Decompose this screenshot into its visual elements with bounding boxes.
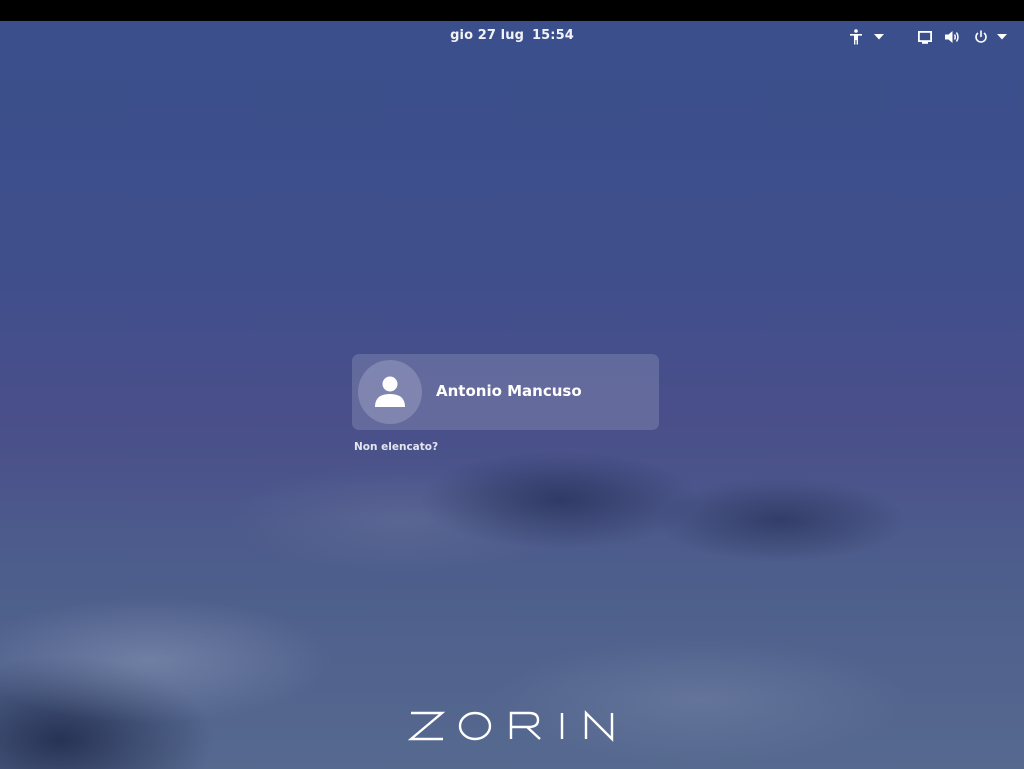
- chevron-down-icon: [872, 27, 886, 47]
- display-icon: [915, 27, 935, 47]
- not-listed-button[interactable]: Non elencato?: [354, 441, 438, 453]
- user-avatar-icon: [375, 376, 405, 407]
- volume-icon: [943, 27, 963, 47]
- avatar: [358, 360, 422, 424]
- accessibility-menu[interactable]: [846, 27, 886, 47]
- user-list-item[interactable]: Antonio Mancuso: [352, 354, 659, 430]
- time-label: 15:54: [531, 28, 574, 43]
- login-screen: gio 27 lug 15:54 Antonio Mancuso Non ele…: [0, 0, 1024, 769]
- power-icon: [971, 27, 991, 47]
- system-menu[interactable]: [915, 27, 1009, 47]
- chevron-down-icon: [995, 27, 1009, 47]
- top-black-strip: [0, 0, 1024, 21]
- user-name-label: Antonio Mancuso: [436, 382, 582, 400]
- zorin-logo: [407, 708, 616, 744]
- date-label: gio 27 lug: [450, 28, 524, 43]
- accessibility-icon: [846, 27, 866, 47]
